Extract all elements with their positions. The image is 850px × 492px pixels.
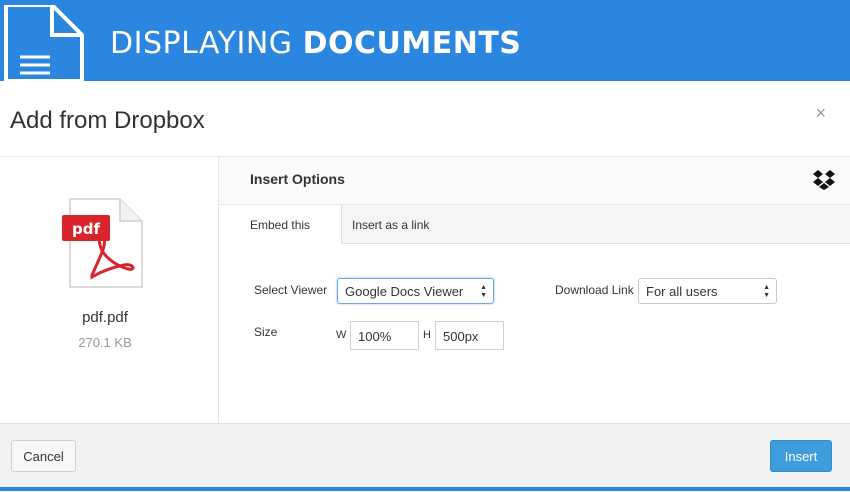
- document-icon: [4, 5, 84, 81]
- file-name: pdf.pdf: [82, 309, 128, 326]
- file-sidebar: pdf pdf.pdf 270.1 KB: [0, 157, 219, 423]
- select-arrows-icon: ▲ ▼: [480, 284, 487, 299]
- modal-footer: Cancel Insert: [0, 423, 850, 492]
- width-input[interactable]: 100%: [350, 321, 419, 350]
- dropbox-icon: [813, 170, 835, 190]
- banner-title: DISPLAYING DOCUMENTS: [110, 26, 521, 61]
- pdf-file-icon: pdf: [62, 198, 143, 288]
- height-input[interactable]: 500px: [435, 321, 504, 350]
- banner-title-bold: DOCUMENTS: [302, 26, 522, 61]
- insert-button[interactable]: Insert: [770, 440, 832, 472]
- viewer-select-value: Google Docs Viewer: [345, 284, 464, 299]
- banner: DISPLAYING DOCUMENTS: [0, 0, 850, 81]
- tab-bar: Embed this Insert as a link: [219, 205, 850, 244]
- height-prefix-label: H: [423, 329, 431, 341]
- size-label: Size: [254, 325, 278, 339]
- panel-header: Insert Options: [219, 157, 850, 205]
- panel-title: Insert Options: [250, 171, 345, 187]
- select-arrows-icon: ▲ ▼: [763, 284, 770, 299]
- download-link-label: Download Link: [555, 283, 634, 297]
- modal-header: Add from Dropbox ×: [0, 81, 850, 157]
- width-prefix-label: W: [336, 329, 347, 341]
- close-icon[interactable]: ×: [815, 103, 826, 124]
- insert-options-panel: Insert Options Embed this Insert as a li…: [219, 157, 850, 423]
- file-size: 270.1 KB: [78, 335, 132, 350]
- viewer-select[interactable]: Google Docs Viewer ▲ ▼: [337, 278, 494, 304]
- banner-title-light: DISPLAYING: [110, 26, 303, 61]
- bottom-accent-bar: [0, 487, 850, 491]
- download-link-select-value: For all users: [646, 284, 718, 299]
- select-viewer-label: Select Viewer: [254, 283, 328, 297]
- pdf-badge-label: pdf: [72, 220, 100, 238]
- cancel-button[interactable]: Cancel: [11, 440, 76, 472]
- modal-title: Add from Dropbox: [10, 107, 205, 134]
- tab-insert-as-link[interactable]: Insert as a link: [321, 205, 460, 243]
- download-link-select[interactable]: For all users ▲ ▼: [638, 278, 777, 304]
